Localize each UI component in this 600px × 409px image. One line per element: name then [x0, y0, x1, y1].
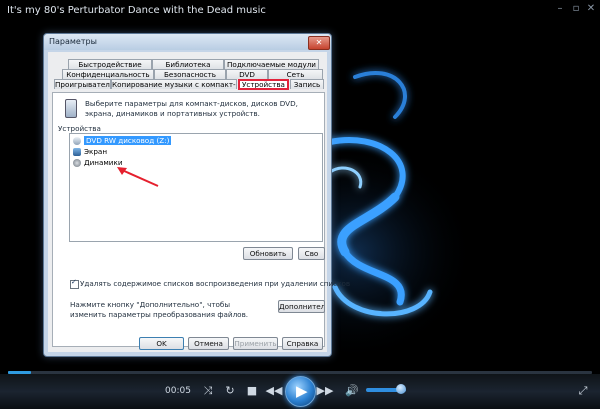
portable-device-icon: [65, 99, 77, 118]
fullscreen-icon[interactable]: ⤢: [574, 382, 592, 400]
speaker-icon: [73, 159, 81, 167]
dialog-client-area: Быстродействие Библиотека Подключаемые м…: [48, 52, 350, 352]
properties-button[interactable]: Сво: [298, 247, 325, 260]
checkmark-icon: ✓: [71, 278, 77, 286]
next-icon[interactable]: ▶▶: [316, 382, 334, 400]
checkbox-label: Удалять содержимое списков воспроизведен…: [80, 279, 351, 288]
mute-icon[interactable]: 🔊: [343, 382, 361, 400]
repeat-icon[interactable]: ↻: [221, 382, 239, 400]
tab-rip-music[interactable]: Копирование музыки с компакт-диска: [111, 79, 237, 89]
list-item[interactable]: DVD RW дисковод (Z:): [72, 136, 172, 146]
tab-plugins[interactable]: Подключаемые модули: [224, 59, 319, 69]
previous-icon[interactable]: ◀◀: [265, 382, 283, 400]
red-arrow-icon: [117, 167, 159, 187]
delete-playlist-checkbox[interactable]: ✓: [70, 278, 79, 289]
tab-network[interactable]: Сеть: [268, 69, 323, 79]
device-label: DVD RW дисковод (Z:): [84, 136, 172, 145]
close-icon[interactable]: ✕: [584, 2, 598, 15]
tab-devices[interactable]: Устройства: [238, 79, 289, 90]
dialog-title: Параметры: [49, 37, 97, 46]
dialog-titlebar: Параметры ✕: [44, 34, 331, 50]
apply-button[interactable]: Применить: [233, 337, 278, 350]
play-icon: ▶: [296, 382, 308, 400]
devices-tab-page: Выберите параметры для компакт-дисков, д…: [52, 92, 350, 347]
devices-list[interactable]: DVD RW дисковод (Z:) Экран Динамики: [69, 133, 323, 242]
tab-library[interactable]: Библиотека: [152, 59, 224, 69]
dialog-close-button[interactable]: ✕: [308, 36, 330, 50]
devices-group-label: Устройства: [58, 124, 101, 133]
cancel-button[interactable]: Отмена: [188, 337, 229, 350]
options-dialog: Параметры ✕ Быстродействие Библиотека По…: [43, 33, 350, 357]
elapsed-time: 00:05: [165, 386, 191, 396]
dvd-drive-icon: [73, 137, 81, 145]
tab-dvd[interactable]: DVD: [226, 69, 268, 79]
stop-icon[interactable]: ■: [243, 382, 261, 400]
now-playing-title: It's my 80's Perturbator Dance with the …: [7, 5, 266, 16]
tab-security[interactable]: Безопасность: [154, 69, 226, 79]
tab-player[interactable]: Проигрыватель: [54, 79, 111, 89]
shuffle-icon[interactable]: ⤨: [199, 382, 217, 400]
play-button[interactable]: ▶: [285, 376, 316, 407]
advanced-button[interactable]: Дополнител: [278, 300, 325, 313]
transport-controls: 00:05 ⤨ ↻ ■ ◀◀ ▶ ▶▶ 🔊 ⤢: [0, 374, 600, 409]
advanced-description: Нажмите кнопку "Дополнительно", чтобы из…: [70, 300, 249, 319]
ok-button[interactable]: OK: [139, 337, 184, 350]
refresh-button[interactable]: Обновить: [243, 247, 293, 260]
maximize-icon[interactable]: ▫: [569, 2, 583, 15]
minimize-icon[interactable]: –: [553, 2, 567, 15]
volume-knob[interactable]: [396, 384, 406, 394]
player-titlebar: It's my 80's Perturbator Dance with the …: [0, 0, 600, 22]
list-item[interactable]: Экран: [72, 147, 107, 157]
tab-performance[interactable]: Быстродействие: [68, 59, 152, 69]
help-button[interactable]: Справка: [282, 337, 323, 350]
tab-burn[interactable]: Запись: [290, 79, 324, 89]
devices-description: Выберите параметры для компакт-дисков, д…: [85, 99, 298, 118]
tab-privacy[interactable]: Конфиденциальность: [62, 69, 154, 79]
device-label: Экран: [84, 147, 108, 156]
monitor-icon: [73, 148, 81, 156]
